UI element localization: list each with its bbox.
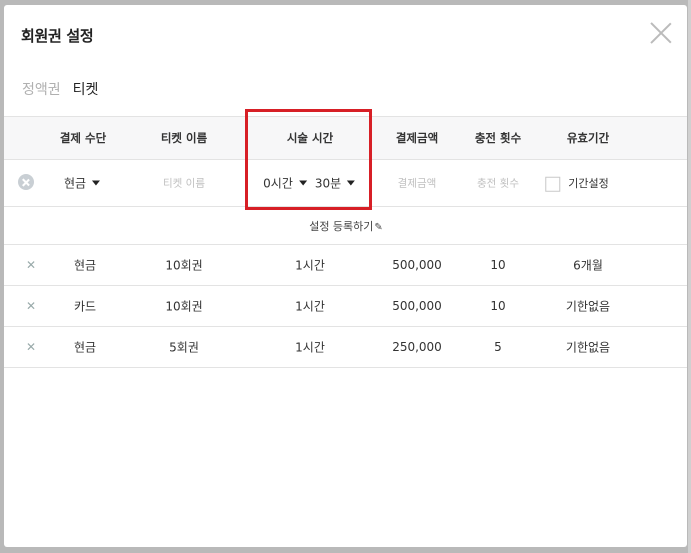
hours-select[interactable]: 0시간 xyxy=(263,175,307,192)
validity-period-option: 기간설정 xyxy=(545,175,609,192)
minutes-select[interactable]: 30분 xyxy=(314,175,356,192)
row-count: 10 xyxy=(490,258,506,272)
validity-checkbox-label: 기간설정 xyxy=(568,176,609,190)
tab-prepaid[interactable]: 정액권 xyxy=(22,79,61,99)
table-header: 결제 수단 티켓 이름 시술 시간 결제금액 충전 횟수 유효기간 xyxy=(4,116,687,160)
header-duration: 시술 시간 xyxy=(286,131,334,145)
modal-title: 회원권 설정 xyxy=(21,27,94,45)
payment-method-value: 현금 xyxy=(63,176,87,191)
register-settings-link[interactable]: 설정 등록하기✎ xyxy=(309,218,383,234)
new-ticket-row: 현금 티켓 이름 0시간 30분 결제금액 충전 횟수 기간설정 xyxy=(4,160,687,207)
header-validity: 유효기간 xyxy=(566,131,610,145)
close-icon[interactable] xyxy=(649,21,673,45)
row-amount: 500,000 xyxy=(392,299,442,313)
pencil-icon: ✎ xyxy=(374,221,383,233)
table-row: ✕ 카드 10회권 1시간 500,000 10 기한없음 xyxy=(4,286,687,327)
delete-x-icon[interactable]: ✕ xyxy=(26,340,36,354)
count-input[interactable]: 충전 횟수 xyxy=(477,176,519,191)
row-ticket-name: 5회권 xyxy=(169,340,199,355)
register-settings-label: 설정 등록하기 xyxy=(309,219,374,233)
register-row: 설정 등록하기✎ xyxy=(4,207,687,245)
row-duration: 1시간 xyxy=(295,299,325,314)
hours-value: 0시간 xyxy=(263,176,293,191)
row-amount: 250,000 xyxy=(392,340,442,354)
row-payment: 현금 xyxy=(73,340,97,355)
row-count: 10 xyxy=(490,299,506,313)
payment-method-select[interactable]: 현금 xyxy=(63,175,101,192)
row-payment: 현금 xyxy=(73,258,97,273)
row-amount: 500,000 xyxy=(392,258,442,272)
row-validity: 기한없음 xyxy=(565,299,611,314)
row-duration: 1시간 xyxy=(295,258,325,273)
delete-x-icon[interactable]: ✕ xyxy=(26,299,36,313)
ticket-name-input[interactable]: 티켓 이름 xyxy=(163,176,205,191)
row-validity: 6개월 xyxy=(573,258,603,273)
caret-down-icon xyxy=(298,180,307,186)
header-payment: 결제 수단 xyxy=(59,131,107,145)
row-payment: 카드 xyxy=(73,299,97,314)
row-validity: 기한없음 xyxy=(565,340,611,355)
tab-ticket[interactable]: 티켓 xyxy=(73,79,99,99)
table-row: ✕ 현금 10회권 1시간 500,000 10 6개월 xyxy=(4,245,687,286)
header-ticket-name: 티켓 이름 xyxy=(160,131,208,145)
row-ticket-name: 10회권 xyxy=(165,258,203,273)
caret-down-icon xyxy=(347,180,356,186)
row-duration: 1시간 xyxy=(295,340,325,355)
amount-input[interactable]: 결제금액 xyxy=(398,176,437,191)
table-row: ✕ 현금 5회권 1시간 250,000 5 기한없음 xyxy=(4,327,687,368)
caret-down-icon xyxy=(92,180,101,186)
header-count: 충전 횟수 xyxy=(474,131,522,145)
remove-circle-icon[interactable] xyxy=(18,174,34,190)
validity-checkbox[interactable] xyxy=(545,176,561,192)
delete-x-icon[interactable]: ✕ xyxy=(26,258,36,272)
header-amount: 결제금액 xyxy=(395,131,439,145)
row-count: 5 xyxy=(494,340,502,354)
ticket-table: 결제 수단 티켓 이름 시술 시간 결제금액 충전 횟수 유효기간 현금 티켓 … xyxy=(4,116,687,368)
row-ticket-name: 10회권 xyxy=(165,299,203,314)
minutes-value: 30분 xyxy=(314,176,342,191)
membership-settings-modal: 회원권 설정 정액권 티켓 결제 수단 티켓 이름 시술 시간 결제금액 충전 … xyxy=(4,5,687,547)
tab-bar: 정액권 티켓 xyxy=(22,79,98,99)
